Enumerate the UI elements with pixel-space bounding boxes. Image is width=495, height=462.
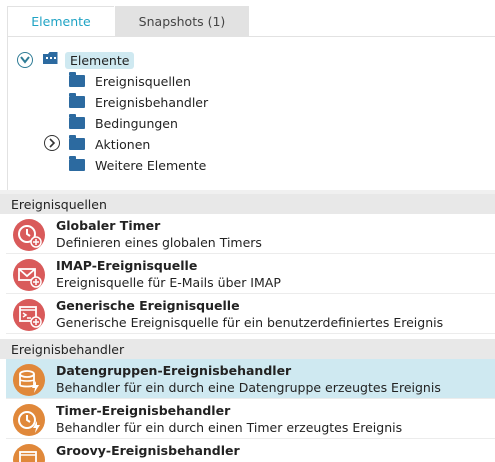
element-tree: Elemente Ereignisquellen Ereignisbehandl… xyxy=(7,36,495,190)
timer-handler-icon xyxy=(13,404,45,436)
folder-icon xyxy=(69,93,85,108)
root-folder-icon xyxy=(42,51,59,69)
expand-icon[interactable] xyxy=(44,135,60,151)
script-add-icon xyxy=(13,299,45,331)
tree-item-label: Aktionen xyxy=(95,136,151,152)
tab-snapshots[interactable]: Snapshots (1) xyxy=(115,6,249,36)
tab-elemente[interactable]: Elemente xyxy=(7,6,114,36)
database-handler-icon xyxy=(13,364,45,396)
tree-item-label: Bedingungen xyxy=(95,115,178,131)
section-header-ereignisbehandler: Ereignisbehandler xyxy=(0,339,495,359)
tree-item-label: Weitere Elemente xyxy=(95,157,207,173)
item-title: IMAP-Ereignisquelle xyxy=(56,258,198,273)
list-item-imap-ereignisquelle[interactable]: IMAP-Ereignisquelle Ereignisquelle für E… xyxy=(6,254,495,294)
item-title: Datengruppen-Ereignisbehandler xyxy=(56,363,292,378)
item-description: Behandler für ein durch eine Datengruppe… xyxy=(56,380,441,395)
collapse-icon[interactable] xyxy=(17,52,33,68)
tree-item-weitere-elemente[interactable]: Weitere Elemente xyxy=(69,155,206,175)
groovy-handler-icon xyxy=(13,444,45,462)
folder-icon xyxy=(69,135,85,150)
tree-item-label: Ereignisbehandler xyxy=(95,94,209,110)
item-description: Generische Ereignisquelle für ein benutz… xyxy=(56,315,444,330)
item-title: Generische Ereignisquelle xyxy=(56,298,240,313)
tree-item-bedingungen[interactable]: Bedingungen xyxy=(69,113,178,133)
section-header-ereignisquellen: Ereignisquellen xyxy=(0,194,495,214)
tab-bar: Elemente Snapshots (1) xyxy=(0,0,495,36)
item-description: Ereignisquelle für E-Mails über IMAP xyxy=(56,275,281,290)
tree-root[interactable]: Elemente xyxy=(42,50,135,70)
mail-add-icon xyxy=(13,259,45,291)
tree-item-ereignisquellen[interactable]: Ereignisquellen xyxy=(69,71,191,91)
list-item-generische-ereignisquelle[interactable]: Generische Ereignisquelle Generische Ere… xyxy=(6,294,495,334)
item-description: Definieren eines globalen Timers xyxy=(56,235,262,250)
folder-icon xyxy=(69,156,85,171)
item-description: Behandler für ein durch einen Timer erze… xyxy=(56,420,403,435)
list-item-timer-ereignisbehandler[interactable]: Timer-Ereignisbehandler Behandler für ei… xyxy=(6,399,495,439)
tree-root-label: Elemente xyxy=(65,51,135,69)
folder-icon xyxy=(69,114,85,129)
list-item-globaler-timer[interactable]: Globaler Timer Definieren eines globalen… xyxy=(6,214,495,254)
tree-item-aktionen[interactable]: Aktionen xyxy=(69,134,150,154)
item-title: Timer-Ereignisbehandler xyxy=(56,403,231,418)
folder-icon xyxy=(69,72,85,87)
list-item-groovy-ereignisbehandler[interactable]: Groovy-Ereignisbehandler xyxy=(6,439,495,462)
tree-item-ereignisbehandler[interactable]: Ereignisbehandler xyxy=(69,92,208,112)
timer-add-icon xyxy=(13,219,45,251)
item-title: Globaler Timer xyxy=(56,218,161,233)
item-title: Groovy-Ereignisbehandler xyxy=(56,443,240,458)
tree-item-label: Ereignisquellen xyxy=(95,73,191,89)
list-item-datengruppen-ereignisbehandler[interactable]: Datengruppen-Ereignisbehandler Behandler… xyxy=(6,359,495,399)
